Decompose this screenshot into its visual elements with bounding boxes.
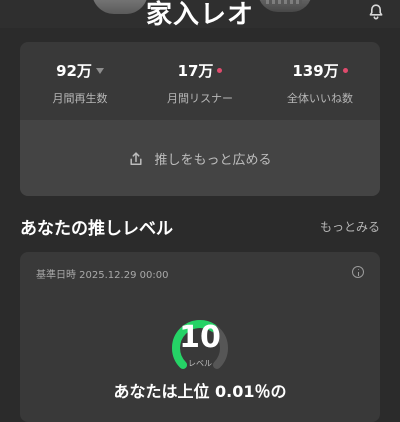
stat-monthly-plays: 92万 月間再生数 [20,58,140,118]
artist-stats-card: 92万 月間再生数 17万 月間リスナー 139万 全体いいね数 推しをもっと広… [20,42,380,196]
stat-total-likes: 139万 全体いいね数 [260,58,380,118]
share-label: 推しをもっと広める [154,153,272,168]
stat-monthly-listeners: 17万 月間リスナー [140,58,260,118]
level-gauge: 10 レベル [165,312,235,382]
stats-row: 92万 月間再生数 17万 月間リスナー 139万 全体いいね数 [20,58,380,118]
stat-value: 17万 [177,61,214,80]
down-triangle-icon [95,67,104,74]
level-unit: レベル [188,359,212,368]
stat-label: 月間再生数 [52,92,108,105]
rank-text: あなたは上位 0.01％の [113,382,287,401]
artist-name-title: 家入レオ [145,0,254,30]
level-value: 10 [179,320,221,355]
bell-icon [369,4,383,20]
share-icon [130,151,143,165]
dot-icon [217,68,223,73]
stat-value: 92万 [56,61,92,80]
stat-value-wrap: 17万 [140,58,260,82]
info-icon[interactable] [352,266,364,278]
dot-icon [342,68,348,73]
share-button[interactable]: 推しをもっと広める [20,121,380,196]
oshi-level-title: あなたの推しレベル [20,219,173,239]
top-header: 家入レオ [0,0,400,30]
stat-value-wrap: 92万 [20,58,140,82]
stat-value-wrap: 139万 [260,58,380,82]
reference-date: 基準日時 2025.12.29 00:00 [36,270,169,281]
notification-button[interactable] [360,0,392,24]
see-more-link[interactable]: もっとみる [320,218,380,235]
oshi-level-card: 基準日時 2025.12.29 00:00 10 レベル あなたは上位 0.01… [20,252,380,422]
stat-value: 139万 [292,61,339,80]
stat-label: 全体いいね数 [287,92,353,105]
stat-label: 月間リスナー [167,92,233,105]
